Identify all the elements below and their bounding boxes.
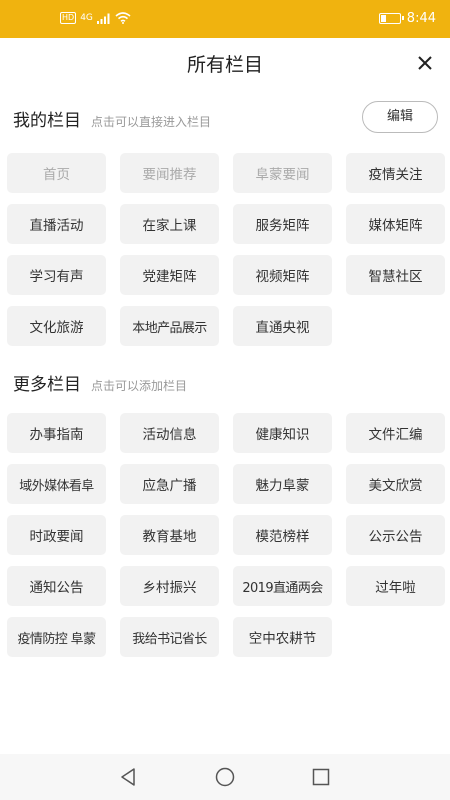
system-nav-bar bbox=[0, 754, 450, 800]
hd-badge: HD bbox=[60, 12, 77, 24]
more-channel-tile[interactable]: 域外媒体看阜 bbox=[7, 464, 106, 504]
my-channel-tile[interactable]: 疫情关注 bbox=[346, 153, 445, 193]
more-channel-tile[interactable]: 健康知识 bbox=[233, 413, 332, 453]
more-channel-tile[interactable]: 通知公告 bbox=[7, 566, 106, 606]
recents-icon bbox=[312, 768, 330, 786]
my-section-head: 我的栏目 点击可以直接进入栏目 bbox=[13, 106, 211, 131]
more-channel-tile[interactable]: 我给书记省长 bbox=[120, 617, 219, 657]
my-channel-tile: 要闻推荐 bbox=[120, 153, 219, 193]
my-channel-tile[interactable]: 服务矩阵 bbox=[233, 204, 332, 244]
more-channel-tile[interactable]: 应急广播 bbox=[120, 464, 219, 504]
recents-button[interactable] bbox=[310, 766, 332, 788]
my-section-title: 我的栏目 bbox=[13, 111, 81, 131]
close-button[interactable] bbox=[412, 50, 438, 76]
edit-button[interactable]: 编辑 bbox=[362, 101, 438, 133]
header: 所有栏目 bbox=[0, 38, 450, 88]
more-channel-tile[interactable]: 乡村振兴 bbox=[120, 566, 219, 606]
status-bar: HD 4G 8:44 bbox=[0, 0, 450, 38]
my-channel-tile[interactable]: 智慧社区 bbox=[346, 255, 445, 295]
back-icon bbox=[121, 768, 135, 786]
more-channel-tile[interactable]: 教育基地 bbox=[120, 515, 219, 555]
more-channel-tile[interactable]: 空中农耕节 bbox=[233, 617, 332, 657]
more-channel-tile[interactable]: 活动信息 bbox=[120, 413, 219, 453]
more-channel-grid: 办事指南 活动信息 健康知识 文件汇编域外媒体看阜 应急广播 魅力阜蒙 美文欣赏时政要闻 教育… bbox=[7, 413, 445, 657]
my-channel-tile[interactable]: 媒体矩阵 bbox=[346, 204, 445, 244]
my-channel-tile: 阜蒙要闻 bbox=[233, 153, 332, 193]
more-channel-tile[interactable]: 魅力阜蒙 bbox=[233, 464, 332, 504]
status-right: 8:44 bbox=[378, 11, 436, 26]
close-icon bbox=[418, 56, 432, 70]
more-channel-tile[interactable]: 疫情防控 阜蒙 bbox=[7, 617, 106, 657]
more-channel-tile[interactable]: 公示公告 bbox=[346, 515, 445, 555]
status-left: HD 4G bbox=[60, 12, 131, 24]
my-channel-tile[interactable]: 文化旅游 bbox=[7, 306, 106, 346]
more-channel-tile[interactable]: 时政要闻 bbox=[7, 515, 106, 555]
my-channel-tile[interactable]: 在家上课 bbox=[120, 204, 219, 244]
my-channel-tile[interactable]: 直播活动 bbox=[7, 204, 106, 244]
back-button[interactable] bbox=[117, 766, 139, 788]
home-button[interactable] bbox=[214, 766, 236, 788]
more-channel-tile[interactable]: 文件汇编 bbox=[346, 413, 445, 453]
battery-icon bbox=[378, 13, 404, 24]
page-title: 所有栏目 bbox=[186, 54, 263, 76]
more-section-title: 更多栏目 bbox=[13, 375, 81, 395]
my-channel-tile[interactable]: 直通央视 bbox=[233, 306, 332, 346]
signal-icon bbox=[96, 13, 110, 24]
status-time: 8:44 bbox=[406, 11, 436, 26]
wifi-icon bbox=[115, 12, 131, 24]
more-channel-tile[interactable]: 2019直通两会 bbox=[233, 566, 332, 606]
my-channel-tile[interactable]: 学习有声 bbox=[7, 255, 106, 295]
more-channel-tile[interactable]: 模范榜样 bbox=[233, 515, 332, 555]
more-channel-tile[interactable]: 办事指南 bbox=[7, 413, 106, 453]
more-section-hint: 点击可以添加栏目 bbox=[91, 379, 188, 393]
my-channel-tile: 首页 bbox=[7, 153, 106, 193]
my-channel-tile[interactable]: 本地产品展示 bbox=[120, 306, 219, 346]
my-section-hint: 点击可以直接进入栏目 bbox=[91, 115, 212, 129]
more-channel-tile[interactable]: 美文欣赏 bbox=[346, 464, 445, 504]
more-channel-tile[interactable]: 过年啦 bbox=[346, 566, 445, 606]
my-channel-tile[interactable]: 视频矩阵 bbox=[233, 255, 332, 295]
my-channel-grid: 首页 要闻推荐 阜蒙要闻 疫情关注直播活动 在家上课 服务矩阵 媒体矩阵学习有声 党建矩阵 视频… bbox=[7, 153, 445, 346]
more-section-head: 更多栏目 点击可以添加栏目 bbox=[13, 370, 187, 395]
home-icon bbox=[215, 767, 235, 787]
my-channel-tile[interactable]: 党建矩阵 bbox=[120, 255, 219, 295]
network-type: 4G bbox=[80, 13, 93, 23]
